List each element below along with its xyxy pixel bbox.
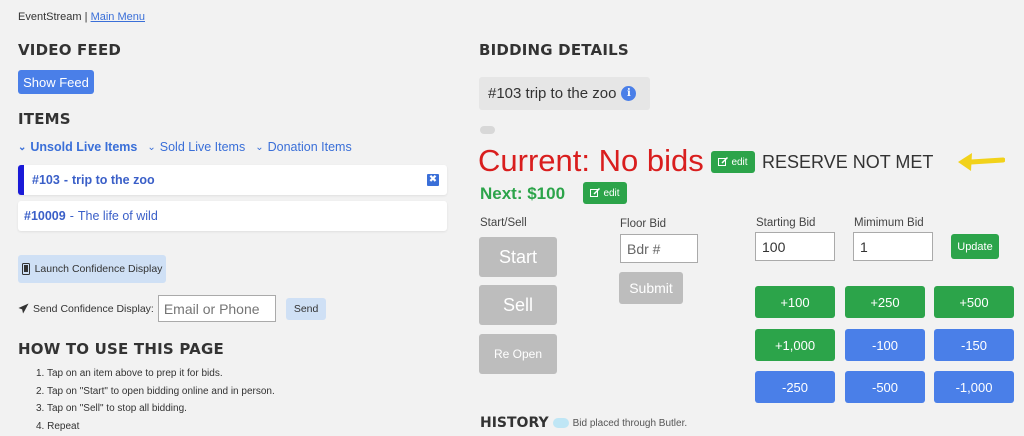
items-tabs: ⌄ Unsold Live Items ⌄ Sold Live Items ⌄ …	[18, 140, 352, 154]
item-title-text: #103 trip to the zoo	[488, 85, 617, 102]
minimum-bid-input[interactable]: 1	[853, 232, 933, 261]
edit-next-button[interactable]: edit	[583, 182, 627, 204]
launch-label: Launch Confidence Display	[34, 263, 163, 275]
item-dash: -	[63, 173, 68, 187]
item-name: trip to the zoo	[71, 173, 155, 187]
tab-donation-items[interactable]: ⌄ Donation Items	[255, 140, 351, 154]
start-button[interactable]: Start	[479, 237, 557, 277]
step-item: 1. Tap on an item above to prep it for b…	[36, 368, 223, 379]
increment-button[interactable]: +1,000	[755, 329, 835, 361]
history-heading: HISTORY	[480, 415, 549, 431]
start-sell-label: Start/Sell	[480, 217, 527, 229]
arrow-left-icon	[958, 153, 1005, 171]
close-icon[interactable]: ✖	[427, 174, 439, 186]
chevron-down-icon: ⌄	[147, 141, 156, 153]
minimum-bid-label: Mimimum Bid	[854, 217, 924, 229]
send-confidence-row: Send Confidence Display: Send	[18, 295, 327, 322]
main-menu-link[interactable]: Main Menu	[91, 11, 145, 23]
how-to-heading: HOW TO USE THIS PAGE	[18, 340, 224, 358]
list-item-selected[interactable]: #103 - trip to the zoo ✖	[18, 165, 447, 195]
email-or-phone-input[interactable]	[157, 295, 276, 322]
item-dash: -	[69, 209, 74, 223]
step-item: 2. Tap on "Start" to open bidding online…	[36, 385, 275, 397]
decrement-button[interactable]: -1,000	[934, 371, 1014, 403]
item-number: #103	[32, 173, 60, 187]
send-confidence-label: Send Confidence Display:	[33, 302, 154, 315]
item-name: The life of wild	[77, 209, 158, 223]
edit-label: edit	[603, 187, 620, 199]
starting-bid-input[interactable]: 100	[755, 232, 835, 261]
decrement-button[interactable]: -250	[755, 371, 835, 403]
items-heading: ITEMS	[18, 110, 71, 128]
step-item: 4. Repeat	[36, 420, 80, 432]
item-number: #10009	[24, 209, 66, 223]
increment-button[interactable]: +250	[845, 286, 925, 318]
update-button[interactable]: Update	[951, 234, 999, 259]
decrement-button[interactable]: -150	[934, 329, 1014, 361]
list-item[interactable]: #10009 - The life of wild	[18, 201, 447, 231]
edit-label: edit	[731, 156, 748, 168]
current-bid-status: Current: No bids	[478, 143, 704, 178]
next-bid-amount: Next: $100	[480, 184, 566, 203]
reserve-status: RESERVE NOT MET	[762, 152, 934, 172]
how-to-steps: 1. Tap on an item above to prep it for b…	[36, 365, 275, 435]
tab-unsold-live-items[interactable]: ⌄ Unsold Live Items	[18, 140, 137, 154]
show-feed-button[interactable]: Show Feed	[18, 70, 94, 94]
video-feed-heading: VIDEO FEED	[18, 41, 122, 59]
tab-sold-live-items[interactable]: ⌄ Sold Live Items	[147, 140, 245, 154]
increment-button[interactable]: +500	[934, 286, 1014, 318]
paper-plane-icon	[18, 303, 29, 314]
topbar: EventStream | Main Menu	[18, 11, 145, 23]
history-section: HISTORY Bid placed through Butler.	[480, 415, 687, 431]
tab-label: Sold Live Items	[159, 140, 246, 154]
reopen-button[interactable]: Re Open	[479, 334, 557, 374]
sell-button[interactable]: Sell	[479, 285, 557, 325]
send-button[interactable]: Send	[285, 297, 327, 320]
floor-bid-label: Floor Bid	[620, 218, 667, 230]
info-icon[interactable]: i	[621, 86, 637, 101]
edit-icon	[590, 188, 601, 197]
tab-label: Unsold Live Items	[30, 140, 138, 154]
chevron-down-icon: ⌄	[18, 141, 27, 153]
app-name: EventStream	[18, 11, 82, 23]
edit-icon	[718, 157, 729, 166]
edit-current-button[interactable]: edit	[711, 151, 755, 173]
mobile-phone-icon	[21, 263, 30, 275]
bidding-details-heading: BIDDING DETAILS	[479, 41, 629, 59]
bidding-item-title: #103 trip to the zoo i	[479, 77, 650, 110]
chevron-down-icon: ⌄	[255, 141, 264, 153]
toggle-switch[interactable]	[480, 126, 495, 134]
tab-label: Donation Items	[267, 140, 352, 154]
butler-legend-swatch	[552, 418, 569, 428]
starting-bid-label: Starting Bid	[756, 217, 816, 229]
step-item: 3. Tap on "Sell" to stop all bidding.	[36, 403, 187, 414]
submit-button[interactable]: Submit	[619, 272, 683, 304]
topbar-separator: |	[84, 11, 88, 23]
decrement-button[interactable]: -100	[845, 329, 925, 361]
bidder-number-input[interactable]: Bdr #	[620, 234, 698, 263]
butler-legend-text: Bid placed through Butler.	[572, 417, 688, 429]
decrement-button[interactable]: -500	[845, 371, 925, 403]
increment-button[interactable]: +100	[755, 286, 835, 318]
launch-confidence-display-button[interactable]: Launch Confidence Display	[18, 255, 166, 283]
